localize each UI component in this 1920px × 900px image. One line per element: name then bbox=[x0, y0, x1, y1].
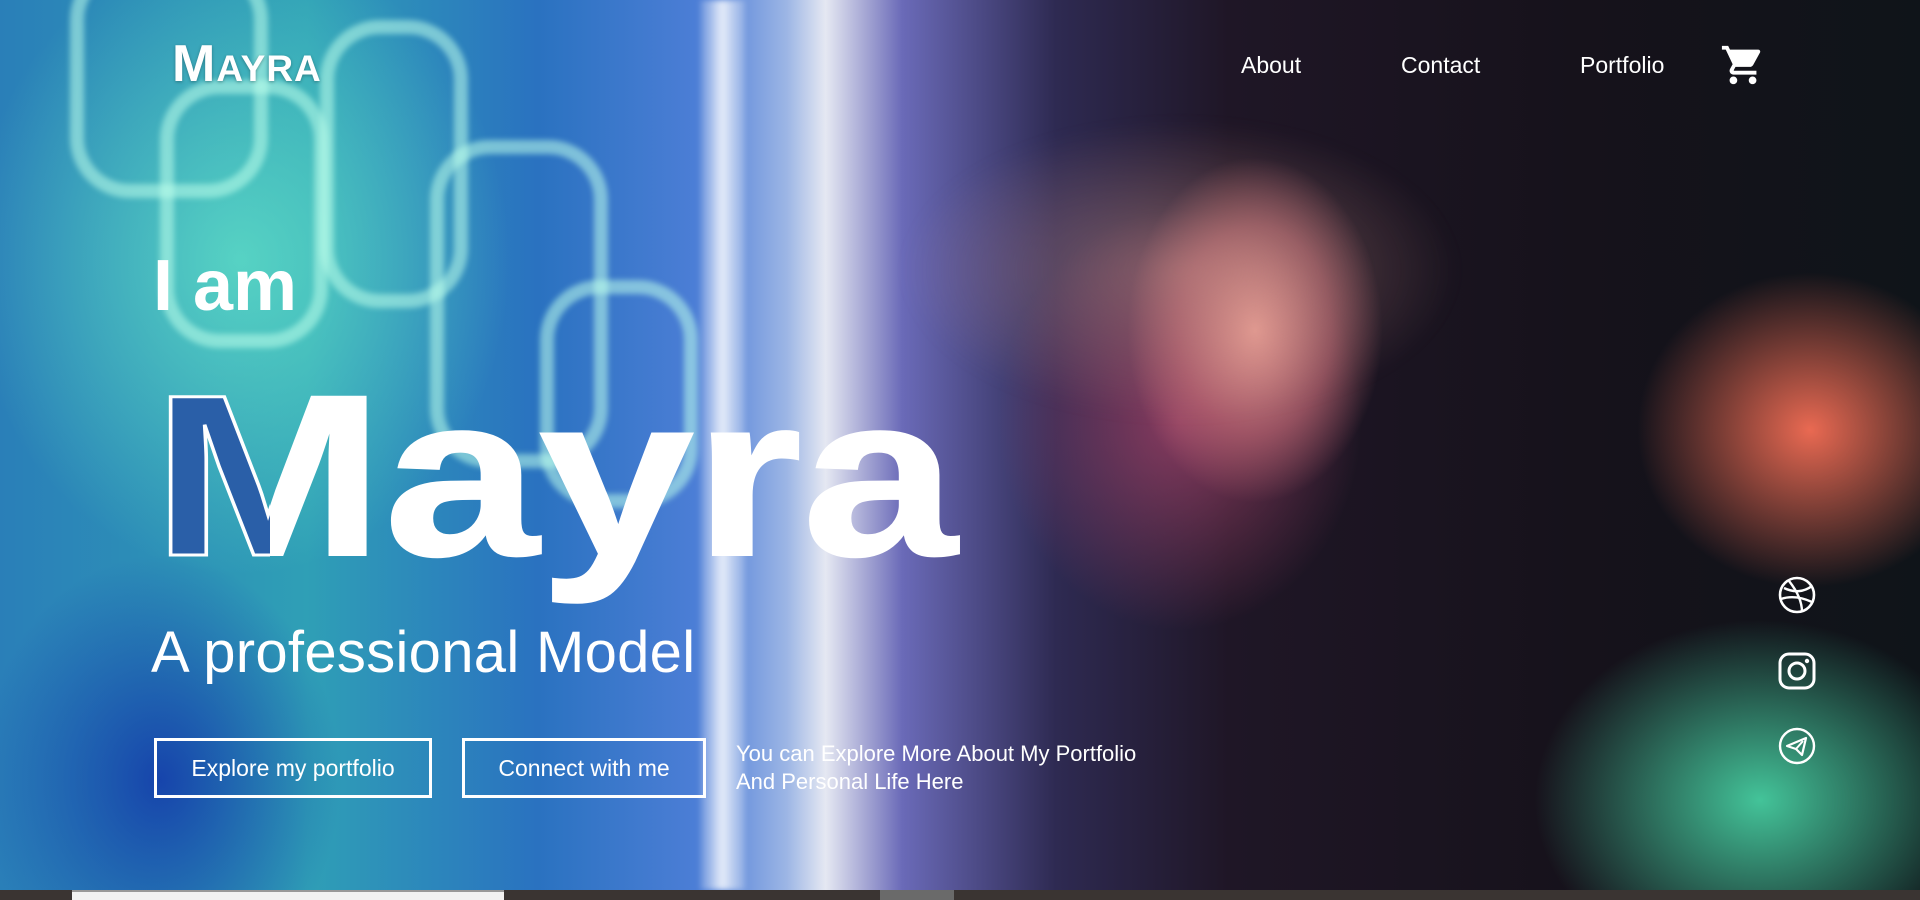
dribbble-icon[interactable] bbox=[1777, 575, 1817, 615]
instagram-icon[interactable] bbox=[1777, 651, 1817, 691]
hero-note-line-1: You can Explore More About My Portfolio bbox=[736, 741, 1137, 766]
intro-heading: I am bbox=[153, 246, 298, 326]
hero-tagline: A professional Model bbox=[151, 620, 696, 685]
connect-button[interactable]: Connect with me bbox=[462, 738, 706, 798]
hero-name-text: Mayra bbox=[152, 347, 960, 604]
telegram-icon[interactable] bbox=[1777, 726, 1817, 766]
logo-rest: AYRA bbox=[216, 48, 322, 89]
site-logo[interactable]: MAYRA bbox=[172, 34, 322, 94]
nav-link-portfolio[interactable]: Portfolio bbox=[1580, 52, 1664, 79]
hero-note: You can Explore More About My Portfolio … bbox=[736, 740, 1136, 796]
logo-initial: M bbox=[172, 35, 217, 93]
next-section-card-edge bbox=[72, 890, 504, 900]
explore-portfolio-button[interactable]: Explore my portfolio bbox=[154, 738, 432, 798]
shopping-cart-icon[interactable] bbox=[1720, 42, 1766, 88]
next-section-chip-edge bbox=[880, 890, 954, 900]
hero-name-heading: Mayra Mayra bbox=[151, 346, 961, 606]
nav-link-about[interactable]: About bbox=[1241, 52, 1301, 79]
hero-note-line-2: And Personal Life Here bbox=[736, 769, 964, 794]
nav-link-contact[interactable]: Contact bbox=[1401, 52, 1480, 79]
